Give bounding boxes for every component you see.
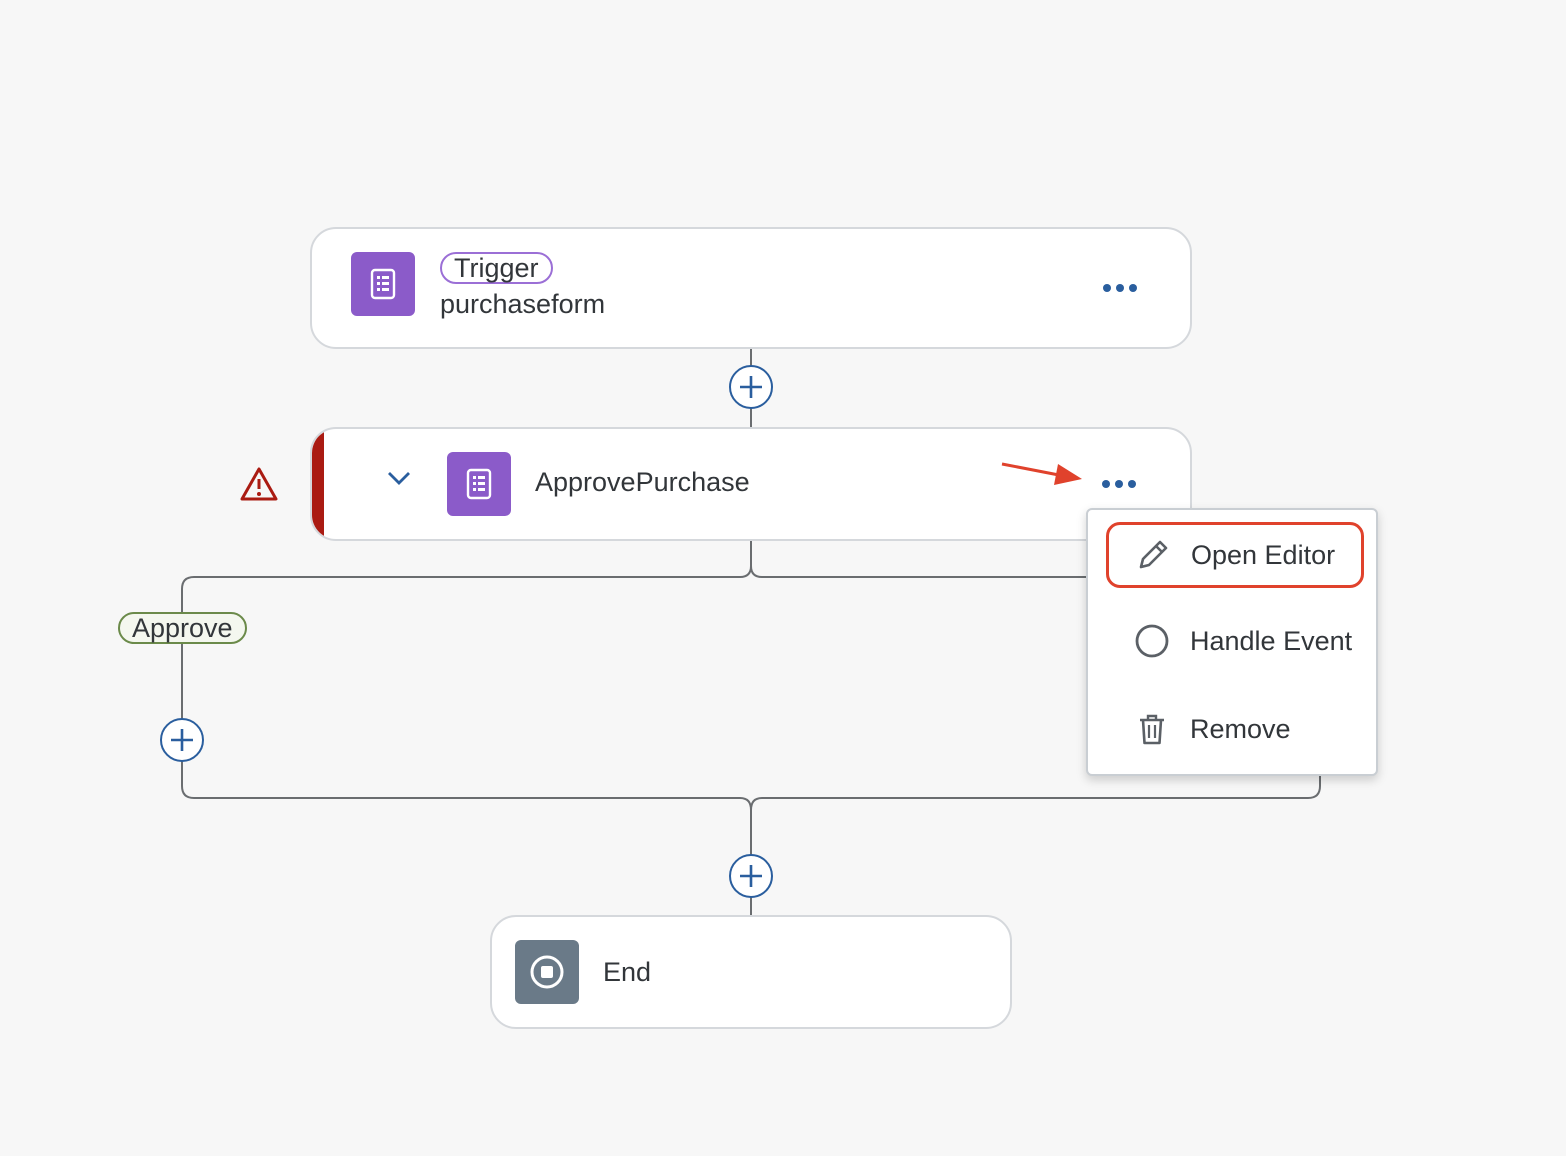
form-icon <box>351 252 415 316</box>
more-icon <box>1102 480 1136 488</box>
trash-icon <box>1132 709 1172 749</box>
warning-icon[interactable] <box>240 466 278 502</box>
pencil-icon <box>1133 535 1173 575</box>
menu-item-label: Remove <box>1190 713 1291 744</box>
trigger-more-button[interactable] <box>1098 273 1142 303</box>
form-icon <box>447 452 511 516</box>
plus-icon <box>740 376 762 398</box>
circle-icon <box>1132 621 1172 661</box>
more-icon <box>1103 284 1137 292</box>
trigger-tag: Trigger <box>440 252 553 284</box>
annotation-arrow <box>1001 462 1082 485</box>
add-step-button[interactable] <box>729 365 773 409</box>
menu-item-open-editor[interactable]: Open Editor <box>1106 522 1364 588</box>
stop-icon <box>515 940 579 1004</box>
chevron-down-icon[interactable] <box>386 468 412 488</box>
branch-label: Approve <box>118 612 247 644</box>
add-step-button[interactable] <box>729 854 773 898</box>
menu-item-label: Handle Event <box>1190 625 1353 656</box>
context-menu: Open Editor Handle Event Remove <box>1086 508 1378 776</box>
plus-icon <box>171 729 193 751</box>
add-branch-step-button[interactable] <box>160 718 204 762</box>
approval-title: ApprovePurchase <box>535 467 750 497</box>
menu-item-handle-event[interactable]: Handle Event <box>1106 610 1364 672</box>
menu-item-label: Open Editor <box>1191 539 1336 570</box>
end-node[interactable]: End <box>490 915 1012 1029</box>
approval-more-button[interactable] <box>1097 469 1141 499</box>
trigger-title: purchaseform <box>440 289 606 319</box>
error-indicator <box>312 429 324 539</box>
end-title: End <box>603 957 652 987</box>
menu-item-remove[interactable]: Remove <box>1106 698 1364 760</box>
plus-icon <box>740 865 762 887</box>
trigger-node[interactable]: Trigger purchaseform <box>310 227 1192 349</box>
